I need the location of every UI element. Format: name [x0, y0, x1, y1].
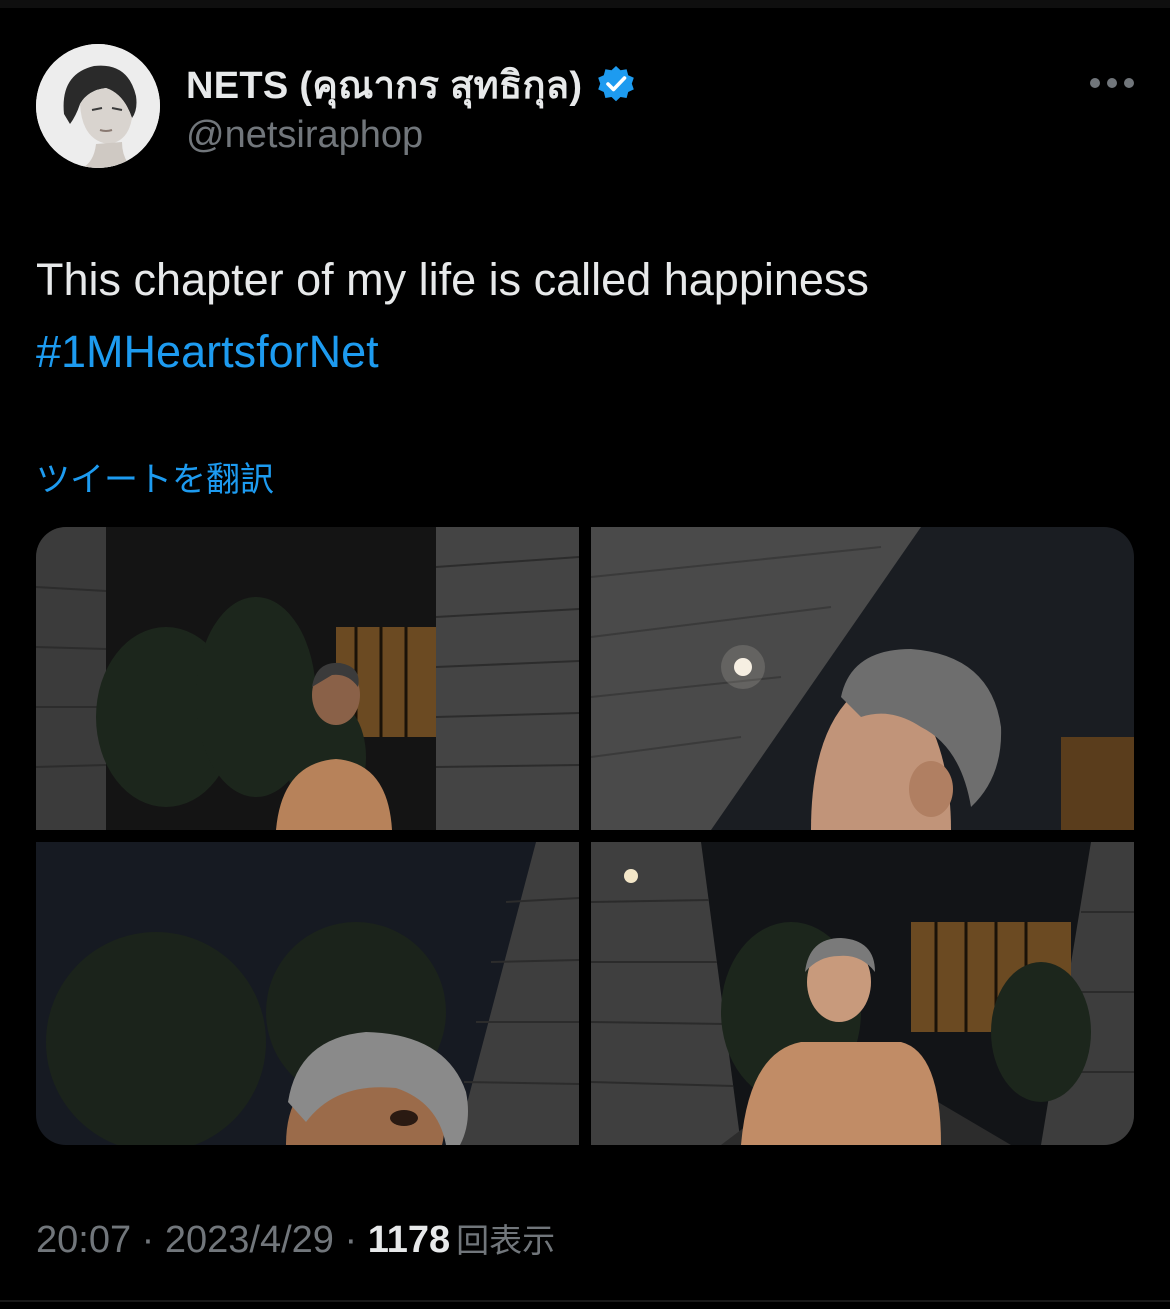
- photo-4-image: [591, 842, 1134, 1145]
- handle[interactable]: @netsiraphop: [186, 114, 636, 157]
- meta-separator: ·: [333, 1219, 368, 1261]
- more-dot: [1090, 78, 1100, 88]
- photo-4[interactable]: [591, 842, 1134, 1145]
- views-label: 回表示: [456, 1222, 556, 1259]
- verified-badge-icon: [596, 64, 636, 104]
- avatar[interactable]: [36, 44, 160, 168]
- photo-1[interactable]: [36, 527, 579, 830]
- tweet: NETS (คุณากร สุทธิกุล) @netsiraphop This…: [0, 0, 1170, 1309]
- photo-grid: [36, 527, 1134, 1145]
- more-horizontal-icon[interactable]: [1090, 66, 1134, 100]
- photo-2-image: [591, 527, 1134, 830]
- author-names: NETS (คุณากร สุทธิกุล) @netsiraphop: [186, 60, 636, 157]
- more-dot: [1107, 78, 1117, 88]
- tweet-header: NETS (คุณากร สุทธิกุล) @netsiraphop: [36, 44, 1134, 170]
- photo-3-image: [36, 842, 579, 1145]
- display-name[interactable]: NETS (คุณากร สุทธิกุล): [186, 54, 582, 115]
- meta-separator: ·: [131, 1219, 165, 1261]
- photo-1-image: [36, 527, 579, 830]
- views-count[interactable]: 1178: [368, 1219, 450, 1262]
- hashtag-link[interactable]: #1MHeartsforNet: [36, 316, 1136, 388]
- photo-2[interactable]: [591, 527, 1134, 830]
- avatar-portrait: [36, 44, 160, 168]
- display-name-row: NETS (คุณากร สุทธิกุล): [186, 60, 636, 108]
- tweet-body: This chapter of my life is called happin…: [36, 254, 869, 305]
- tweet-text: This chapter of my life is called happin…: [36, 244, 1136, 388]
- tweet-time[interactable]: 20:07: [36, 1219, 131, 1262]
- tweet-date[interactable]: 2023/4/29: [165, 1219, 334, 1262]
- more-dot: [1124, 78, 1134, 88]
- translate-link[interactable]: ツイートを翻訳: [36, 452, 274, 501]
- divider: [0, 1300, 1170, 1302]
- tweet-meta: 20:07 · 2023/4/29 · 1178 回表示: [36, 1214, 555, 1262]
- photo-3[interactable]: [36, 842, 579, 1145]
